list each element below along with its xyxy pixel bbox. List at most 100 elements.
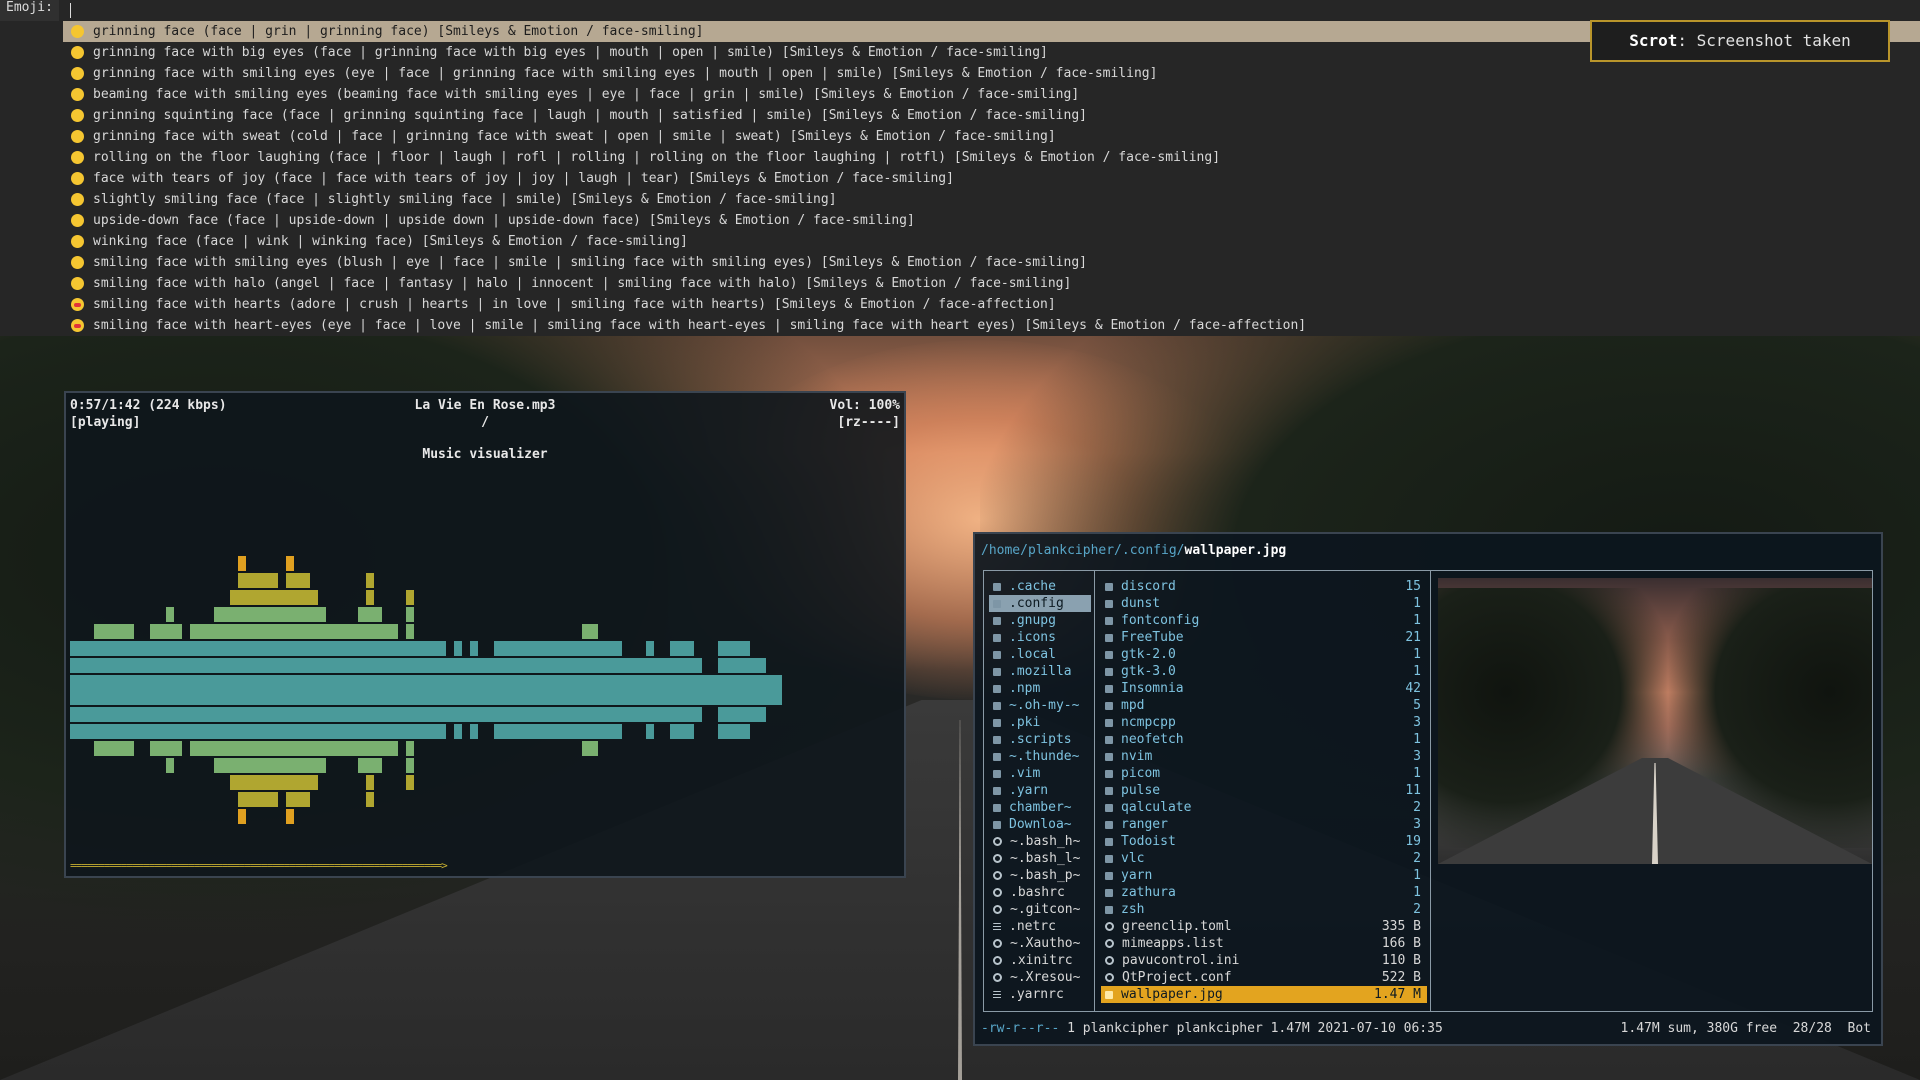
file-entry[interactable]: mpd 5 [1101,697,1427,714]
parent-dir-entry[interactable]: .scripts [989,731,1091,748]
parent-dir-entry[interactable]: ~.bash_p~ [989,867,1091,884]
folder-icon [993,667,1001,676]
visualizer-bar [774,675,782,690]
entry-size: 19 [1405,834,1421,849]
visualizer-bar [142,641,150,656]
parent-dir-entry[interactable]: .gnupg [989,612,1091,629]
emoji-list-item[interactable]: upside-down face (face | upside-down | u… [63,210,1920,231]
file-entry[interactable]: qalculate 2 [1101,799,1427,816]
emoji-list-item[interactable]: smiling face with halo (angel | face | f… [63,273,1920,294]
visualizer-bar [246,792,254,807]
file-entry[interactable]: fontconfig 1 [1101,612,1427,629]
song-title: La Vie En Rose.mp3 [414,398,556,413]
file-entry[interactable]: pavucontrol.ini 110 B [1101,952,1427,969]
visualizer-bar [118,641,126,656]
parent-dir-entry[interactable]: .pki [989,714,1091,731]
progress-bar[interactable]: ========================================… [70,859,448,872]
visualizer-bar [102,690,110,705]
emoji-list-item[interactable]: rolling on the floor laughing (face | fl… [63,147,1920,168]
emoji-search-input[interactable] [70,3,71,18]
parent-dir-entry[interactable]: .cache [989,578,1091,595]
file-entry[interactable]: ranger 3 [1101,816,1427,833]
visualizer-bar [246,741,254,756]
emoji-list-item[interactable]: smiling face with heart-eyes (eye | face… [63,315,1920,336]
visualizer-bar [158,641,166,656]
parent-dir-entry[interactable]: ~.thunde~ [989,748,1091,765]
parent-dir-entry[interactable]: .xinitrc [989,952,1091,969]
music-player-window[interactable]: 0:57/1:42 (224 kbps) [playing] La Vie En… [64,391,906,878]
file-entry[interactable]: dunst 1 [1101,595,1427,612]
parent-dir-entry[interactable]: .yarnrc [989,986,1091,1003]
visualizer-bar [238,624,246,639]
file-entry[interactable]: nvim 3 [1101,748,1427,765]
visualizer-bar [374,741,382,756]
parent-dir-entry[interactable]: ~.Xresou~ [989,969,1091,986]
parent-dir-entry[interactable]: .npm [989,680,1091,697]
smiley-emoji-icon [71,67,84,80]
parent-dir-entry[interactable]: ~.bash_l~ [989,850,1091,867]
file-entry[interactable]: neofetch 1 [1101,731,1427,748]
volume-readout: Vol: 100% [829,398,900,413]
file-entry[interactable]: discord 15 [1101,578,1427,595]
visualizer-bar [654,675,662,690]
parent-dir-entry[interactable]: chamber~ [989,799,1091,816]
emoji-list-item[interactable]: face with tears of joy (face | face with… [63,168,1920,189]
file-entry[interactable]: vlc 2 [1101,850,1427,867]
visualizer-bar [614,690,622,705]
file-entry[interactable]: gtk-2.0 1 [1101,646,1427,663]
file-entry[interactable]: yarn 1 [1101,867,1427,884]
emoji-list-item[interactable]: grinning squinting face (face | grinning… [63,105,1920,126]
parent-dir-entry[interactable]: Downloa~ [989,816,1091,833]
file-entry[interactable]: Insomnia 42 [1101,680,1427,697]
visualizer-bar [454,641,462,656]
parent-dir-entry[interactable]: .netrc [989,918,1091,935]
parent-dir-entry[interactable]: .icons [989,629,1091,646]
emoji-item-label: grinning face with smiling eyes (eye | f… [93,66,1158,81]
visualizer-bar [302,741,310,756]
file-entry[interactable]: zsh 2 [1101,901,1427,918]
file-entry[interactable]: QtProject.conf 522 B [1101,969,1427,986]
parent-dir-entry[interactable]: .local [989,646,1091,663]
emoji-list-item[interactable]: smiling face with smiling eyes (blush | … [63,252,1920,273]
visualizer-bar [78,658,86,673]
parent-dir-entry[interactable]: .bashrc [989,884,1091,901]
visualizer-bar [238,809,246,824]
emoji-list-item[interactable]: grinning face with smiling eyes (eye | f… [63,63,1920,84]
screenshot-notification[interactable]: Scrot: Screenshot taken [1590,20,1890,62]
visualizer-bar [374,724,382,739]
file-entry[interactable]: Todoist 19 [1101,833,1427,850]
parent-dir-entry[interactable]: ~.oh-my-~ [989,697,1091,714]
file-entry[interactable]: mimeapps.list 166 B [1101,935,1427,952]
emoji-list-item[interactable]: smiling face with hearts (adore | crush … [63,294,1920,315]
text-file-icon [993,990,1001,999]
emoji-list-item[interactable]: beaming face with smiling eyes (beaming … [63,84,1920,105]
file-entry[interactable]: FreeTube 21 [1101,629,1427,646]
file-entry[interactable]: pulse 11 [1101,782,1427,799]
visualizer-bar [102,707,110,722]
parent-dir-entry[interactable]: .config [989,595,1091,612]
file-entry[interactable]: greenclip.toml 335 B [1101,918,1427,935]
visualizer-bar [206,741,214,756]
visualizer-bar [718,675,726,690]
parent-dir-entry[interactable]: .yarn [989,782,1091,799]
file-manager-window[interactable]: /home/plankcipher/.config/wallpaper.jpg … [973,532,1883,1046]
file-entry[interactable]: picom 1 [1101,765,1427,782]
file-entry[interactable]: ncmpcpp 3 [1101,714,1427,731]
emoji-list-item[interactable]: winking face (face | wink | winking face… [63,231,1920,252]
parent-dir-entry[interactable]: .mozilla [989,663,1091,680]
emoji-list-item[interactable]: grinning face with sweat (cold | face | … [63,126,1920,147]
parent-dir-entry[interactable]: .vim [989,765,1091,782]
visualizer-bar [518,658,526,673]
visualizer-bar [238,724,246,739]
file-entry[interactable]: zathura 1 [1101,884,1427,901]
emoji-list-item[interactable]: slightly smiling face (face | slightly s… [63,189,1920,210]
file-entry[interactable]: wallpaper.jpg 1.47 M [1101,986,1427,1003]
visualizer-bar [326,675,334,690]
parent-dir-entry[interactable]: ~.Xautho~ [989,935,1091,952]
parent-dir-entry[interactable]: ~.bash_h~ [989,833,1091,850]
visualizer-bar [294,707,302,722]
visualizer-bar [254,624,262,639]
parent-dir-entry[interactable]: ~.gitcon~ [989,901,1091,918]
entry-name: .bashrc [1010,885,1065,900]
file-entry[interactable]: gtk-3.0 1 [1101,663,1427,680]
